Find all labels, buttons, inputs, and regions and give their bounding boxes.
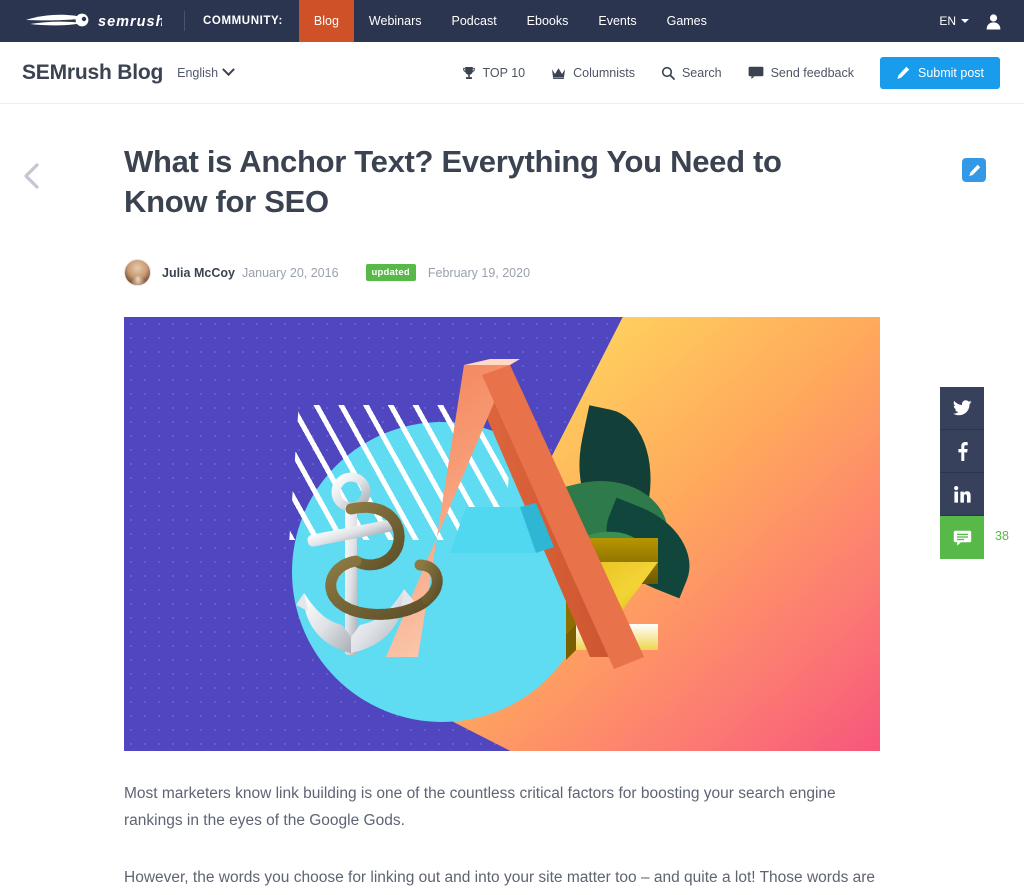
blog-header-bar: SEMrush Blog English TOP 10 Columnists S… [0, 42, 1024, 104]
columnists-link[interactable]: Columnists [551, 66, 635, 80]
nav-item-podcast[interactable]: Podcast [437, 0, 512, 42]
semrush-logo-icon: semrush [26, 13, 162, 30]
nav-item-games[interactable]: Games [652, 0, 722, 42]
send-feedback-link[interactable]: Send feedback [748, 66, 854, 80]
pencil-icon [968, 164, 980, 176]
search-icon [661, 66, 675, 80]
anchor-illustration [296, 472, 443, 656]
search-label: Search [681, 65, 722, 80]
updated-date: February 19, 2020 [427, 265, 531, 280]
share-comments-button[interactable]: 38 [940, 516, 1009, 559]
article-header: What is Anchor Text? Everything You Need… [0, 104, 900, 752]
byline: Julia McCoy January 20, 2016 updated Feb… [124, 259, 900, 287]
avatar[interactable] [124, 259, 151, 287]
send-feedback-label: Send feedback [770, 65, 854, 80]
author-name[interactable]: Julia McCoy [162, 266, 235, 280]
blog-language-label: English [177, 65, 219, 80]
edit-article-button[interactable] [962, 158, 986, 182]
article-body: Most marketers know link building is one… [0, 781, 880, 895]
top-10-label: TOP 10 [482, 65, 526, 80]
community-label: COMMUNITY: [203, 15, 283, 27]
comment-icon [953, 530, 971, 546]
chevron-down-icon [961, 19, 969, 23]
nav-item-ebooks[interactable]: Ebooks [512, 0, 584, 42]
article-paragraph: However, the words you choose for linkin… [124, 868, 876, 886]
language-selector-label: EN [939, 14, 956, 28]
search-link[interactable]: Search [661, 66, 722, 80]
status-badge: updated [365, 264, 416, 282]
top-nav-items: Blog Webinars Podcast Ebooks Events Game… [298, 0, 722, 42]
top-nav-right-group: EN [939, 0, 1024, 42]
back-chevron-icon[interactable] [22, 162, 42, 190]
submit-post-label: Submit post [917, 65, 984, 80]
published-date: January 20, 2016 [241, 265, 339, 280]
article-paragraph: Most marketers know link building is one… [124, 785, 836, 829]
linkedin-icon [953, 485, 971, 503]
share-linkedin-button[interactable] [940, 473, 984, 516]
language-selector[interactable]: EN [939, 14, 969, 28]
crown-icon [552, 67, 566, 79]
blog-language-dropdown[interactable]: English [177, 63, 235, 80]
semrush-logo[interactable]: semrush [0, 0, 184, 42]
chevron-down-icon [222, 63, 235, 77]
comment-count: 38 [995, 529, 1009, 543]
trophy-icon [462, 66, 475, 79]
top-navigation-bar: semrush COMMUNITY: Blog Webinars Podcast… [0, 0, 1024, 42]
share-twitter-button[interactable] [940, 387, 984, 430]
nav-item-blog[interactable]: Blog [298, 0, 354, 42]
share-facebook-button[interactable] [940, 430, 984, 473]
top-10-link[interactable]: TOP 10 [462, 65, 526, 80]
blog-header-actions: TOP 10 Columnists Search Send feedback S… [462, 56, 1000, 89]
blog-title[interactable]: SEMrush Blog [22, 61, 163, 85]
article-page: What is Anchor Text? Everything You Need… [0, 104, 1024, 895]
pencil-icon [897, 66, 910, 79]
columnists-label: Columnists [573, 65, 635, 80]
nav-item-events[interactable]: Events [583, 0, 651, 42]
nav-item-webinars[interactable]: Webinars [354, 0, 437, 42]
facebook-icon [957, 441, 968, 461]
page-title: What is Anchor Text? Everything You Need… [124, 144, 782, 219]
speech-bubble-icon [748, 66, 763, 79]
svg-text:semrush: semrush [98, 14, 162, 30]
twitter-icon [952, 400, 972, 416]
submit-post-button[interactable]: Submit post [879, 56, 1000, 89]
social-share-rail: 38 [940, 387, 1009, 559]
user-icon[interactable] [985, 13, 1002, 30]
hero-image [124, 317, 880, 752]
